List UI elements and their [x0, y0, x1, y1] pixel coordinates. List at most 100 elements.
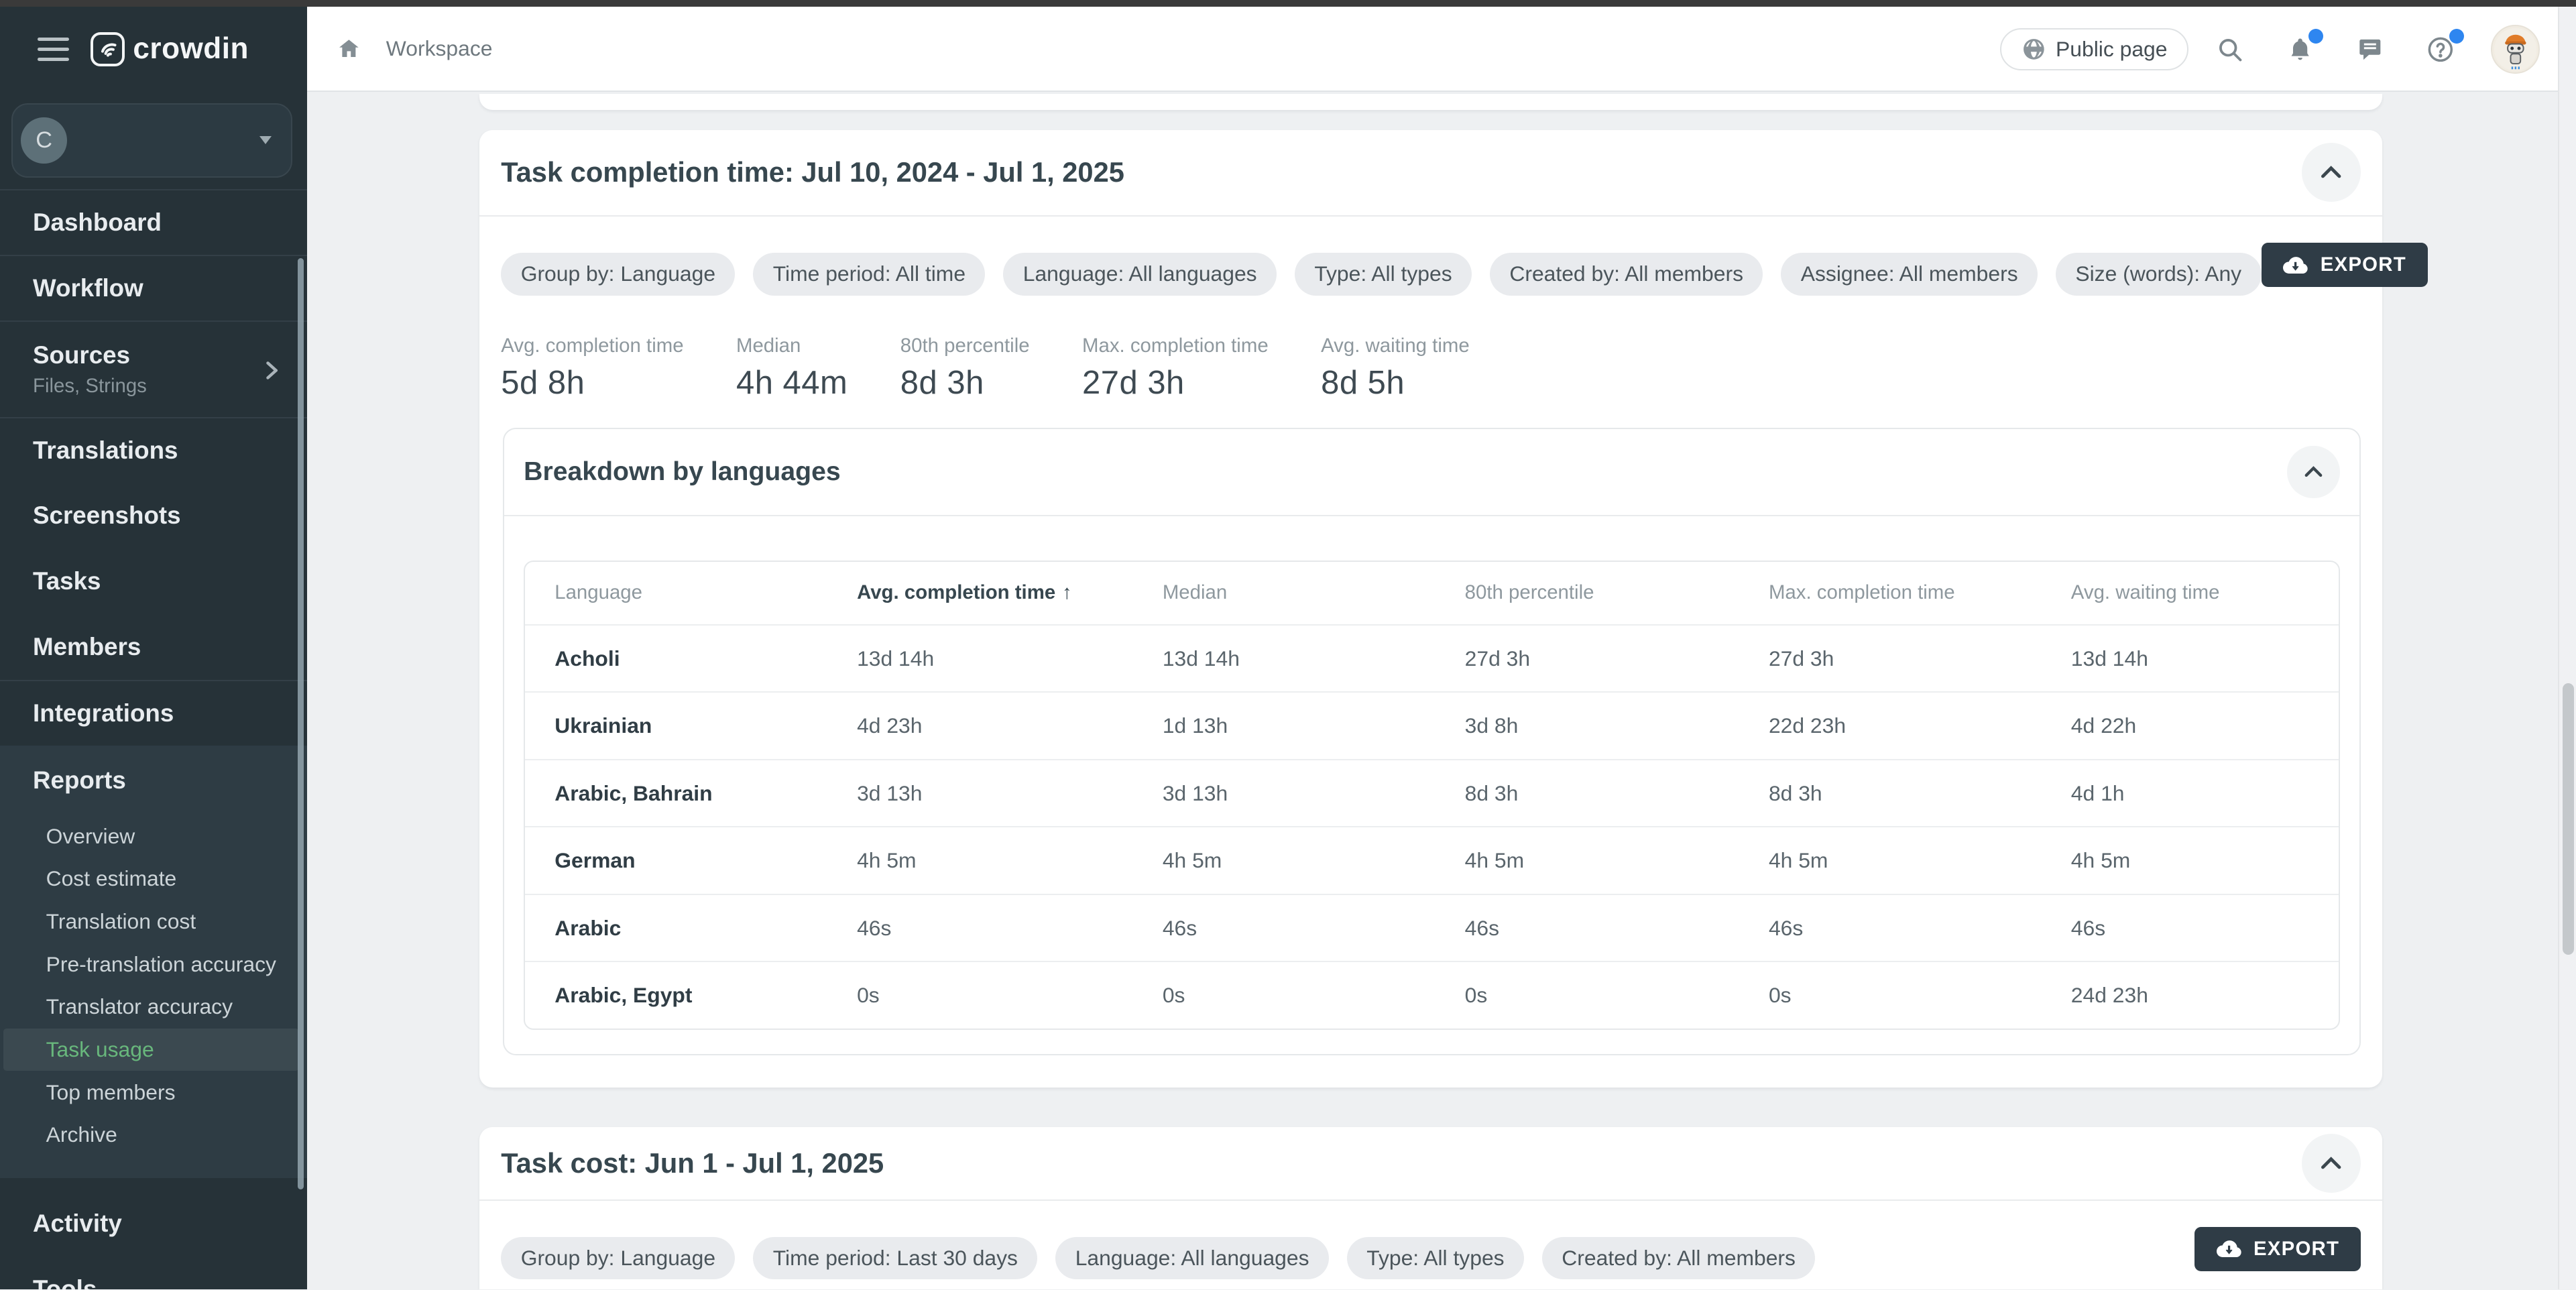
page-scrollbar-thumb[interactable] — [2563, 683, 2574, 954]
home-breadcrumb[interactable] — [337, 37, 361, 60]
sidebar-item-sources[interactable]: Sources Files, Strings — [0, 320, 307, 418]
stat-block: Median 4h 44m — [736, 335, 847, 402]
organization-selector[interactable]: C — [11, 103, 292, 177]
sidebar-item-tasks[interactable]: Tasks — [0, 548, 307, 614]
breadcrumb-workspace[interactable]: Workspace — [386, 36, 493, 61]
stat-value: 5d 8h — [501, 364, 683, 402]
sidebar-subitem-cost-estimate[interactable]: Cost estimate — [0, 858, 307, 900]
sidebar-item-translations[interactable]: Translations — [0, 417, 307, 483]
filter-chips: Group by: Language Time period: All time L… — [501, 253, 2261, 296]
globe-icon — [2022, 37, 2046, 62]
sidebar-item-integrations[interactable]: Integrations — [0, 680, 307, 746]
filter-chip[interactable]: Created by: All members — [1542, 1237, 1815, 1280]
messages-button[interactable] — [2356, 36, 2384, 62]
filter-chip[interactable]: Language: All languages — [1003, 253, 1277, 296]
filter-chip[interactable]: Created by: All members — [1490, 253, 1763, 296]
value-cell: 4h 5m — [1163, 848, 1465, 873]
crowdin-logo[interactable]: crowdin — [91, 32, 249, 66]
divider — [479, 215, 2382, 217]
value-cell: 27d 3h — [1769, 646, 2071, 671]
language-cell: German — [554, 848, 857, 873]
task-completion-toolbar: Group by: Language Time period: All time L… — [501, 253, 2361, 296]
sidebar-subitem-top-members[interactable]: Top members — [0, 1071, 307, 1114]
value-cell: 3d 13h — [857, 781, 1163, 806]
value-cell: 4h 5m — [2071, 848, 2339, 873]
filter-chip[interactable]: Type: All types — [1295, 253, 1472, 296]
filter-chip[interactable]: Type: All types — [1347, 1237, 1524, 1280]
divider — [479, 1199, 2382, 1201]
stat-block: Max. completion time 27d 3h — [1082, 335, 1269, 402]
sidebar: crowdin C Dashboard Workflow Sources Fil… — [0, 7, 307, 1290]
sidebar-item-screenshots[interactable]: Screenshots — [0, 483, 307, 548]
collapse-breakdown-button[interactable] — [2287, 446, 2339, 498]
value-cell: 46s — [1769, 916, 2071, 941]
value-cell: 0s — [1465, 983, 1769, 1008]
sidebar-subitem-pre-translation-accuracy[interactable]: Pre-translation accuracy — [0, 943, 307, 986]
export-button[interactable]: EXPORT — [2262, 243, 2428, 287]
help-button[interactable] — [2426, 36, 2455, 64]
filter-chip[interactable]: Time period: All time — [753, 253, 985, 296]
sidebar-scrollbar[interactable] — [298, 258, 304, 1189]
topbar-actions: Public page — [2000, 7, 2540, 92]
stat-value: 27d 3h — [1082, 364, 1269, 402]
filter-chip[interactable]: Assignee: All members — [1781, 253, 2038, 296]
stat-block: Avg. completion time 5d 8h — [501, 335, 683, 402]
screen: crowdin C Dashboard Workflow Sources Fil… — [0, 0, 2576, 1289]
sidebar-item-members[interactable]: Members — [0, 614, 307, 680]
table-column-header[interactable]: Avg. completion time↑ — [857, 581, 1163, 604]
value-cell: 27d 3h — [1465, 646, 1769, 671]
task-cost-card: Task cost: Jun 1 - Jul 1, 2025 Group by:… — [479, 1127, 2382, 1290]
value-cell: 4d 23h — [857, 713, 1163, 738]
notifications-button[interactable] — [2287, 36, 2313, 64]
sidebar-item-tools[interactable]: Tools — [0, 1256, 307, 1289]
table-row: German 4h 5m4h 5m4h 5m4h 5m4h 5m — [525, 826, 2338, 893]
task-cost-header: Task cost: Jun 1 - Jul 1, 2025 — [479, 1127, 2382, 1199]
breakdown-subcard: Breakdown by languages LanguageAvg. comp… — [503, 428, 2361, 1055]
chevron-up-icon — [2321, 166, 2341, 179]
table-column-header[interactable]: Language — [554, 581, 857, 604]
sidebar-subitem-overview[interactable]: Overview — [0, 815, 307, 858]
sidebar-subitem-translation-cost[interactable]: Translation cost — [0, 900, 307, 943]
value-cell: 46s — [2071, 916, 2339, 941]
filter-chip[interactable]: Group by: Language — [501, 253, 735, 296]
value-cell: 22d 23h — [1769, 713, 2071, 738]
value-cell: 0s — [1163, 983, 1465, 1008]
stat-label: Avg. completion time — [501, 335, 683, 357]
collapse-section-button[interactable] — [2302, 1134, 2361, 1193]
filter-chip[interactable]: Group by: Language — [501, 1237, 735, 1280]
sidebar-item-reports[interactable]: Reports — [0, 746, 307, 815]
robot-avatar-image — [2494, 28, 2537, 71]
filter-chip[interactable]: Size (words): Any — [2056, 253, 2262, 296]
value-cell: 24d 23h — [2071, 983, 2339, 1008]
languages-table: LanguageAvg. completion time↑Median80th … — [524, 561, 2339, 1030]
stat-label: Avg. waiting time — [1321, 335, 1470, 357]
table-column-header[interactable]: Avg. waiting time — [2071, 581, 2339, 604]
collapse-section-button[interactable] — [2302, 143, 2361, 202]
completion-stats: Avg. completion time 5d 8h Median 4h 44m… — [501, 335, 2361, 402]
crowdin-logo-text: crowdin — [133, 32, 248, 66]
filter-chip[interactable]: Language: All languages — [1055, 1237, 1329, 1280]
sidebar-subitem-translator-accuracy[interactable]: Translator accuracy — [0, 986, 307, 1029]
user-avatar[interactable] — [2491, 25, 2540, 74]
table-column-header[interactable]: Max. completion time — [1769, 581, 2071, 604]
value-cell: 46s — [1465, 916, 1769, 941]
value-cell: 0s — [1769, 983, 2071, 1008]
public-page-button[interactable]: Public page — [2000, 28, 2188, 71]
sidebar-subitem-task-usage[interactable]: Task usage — [3, 1029, 299, 1071]
search-button[interactable] — [2216, 36, 2244, 64]
sidebar-item-dashboard[interactable]: Dashboard — [0, 189, 307, 255]
value-cell: 3d 8h — [1465, 713, 1769, 738]
sidebar-item-workflow[interactable]: Workflow — [0, 255, 307, 320]
table-column-header[interactable]: 80th percentile — [1465, 581, 1769, 604]
sidebar-item-activity[interactable]: Activity — [0, 1191, 307, 1256]
filter-chip[interactable]: Time period: Last 30 days — [753, 1237, 1037, 1280]
breakdown-title: Breakdown by languages — [524, 457, 841, 487]
task-completion-card: Task completion time: Jul 10, 2024 - Jul… — [479, 130, 2382, 1088]
export-button[interactable]: EXPORT — [2194, 1227, 2361, 1271]
sidebar-subitem-archive[interactable]: Archive — [0, 1114, 307, 1157]
breakdown-header: Breakdown by languages — [504, 429, 2359, 514]
language-cell: Arabic, Bahrain — [554, 781, 857, 806]
value-cell: 4d 22h — [2071, 713, 2339, 738]
hamburger-menu-icon[interactable] — [38, 38, 69, 60]
table-column-header[interactable]: Median — [1163, 581, 1465, 604]
